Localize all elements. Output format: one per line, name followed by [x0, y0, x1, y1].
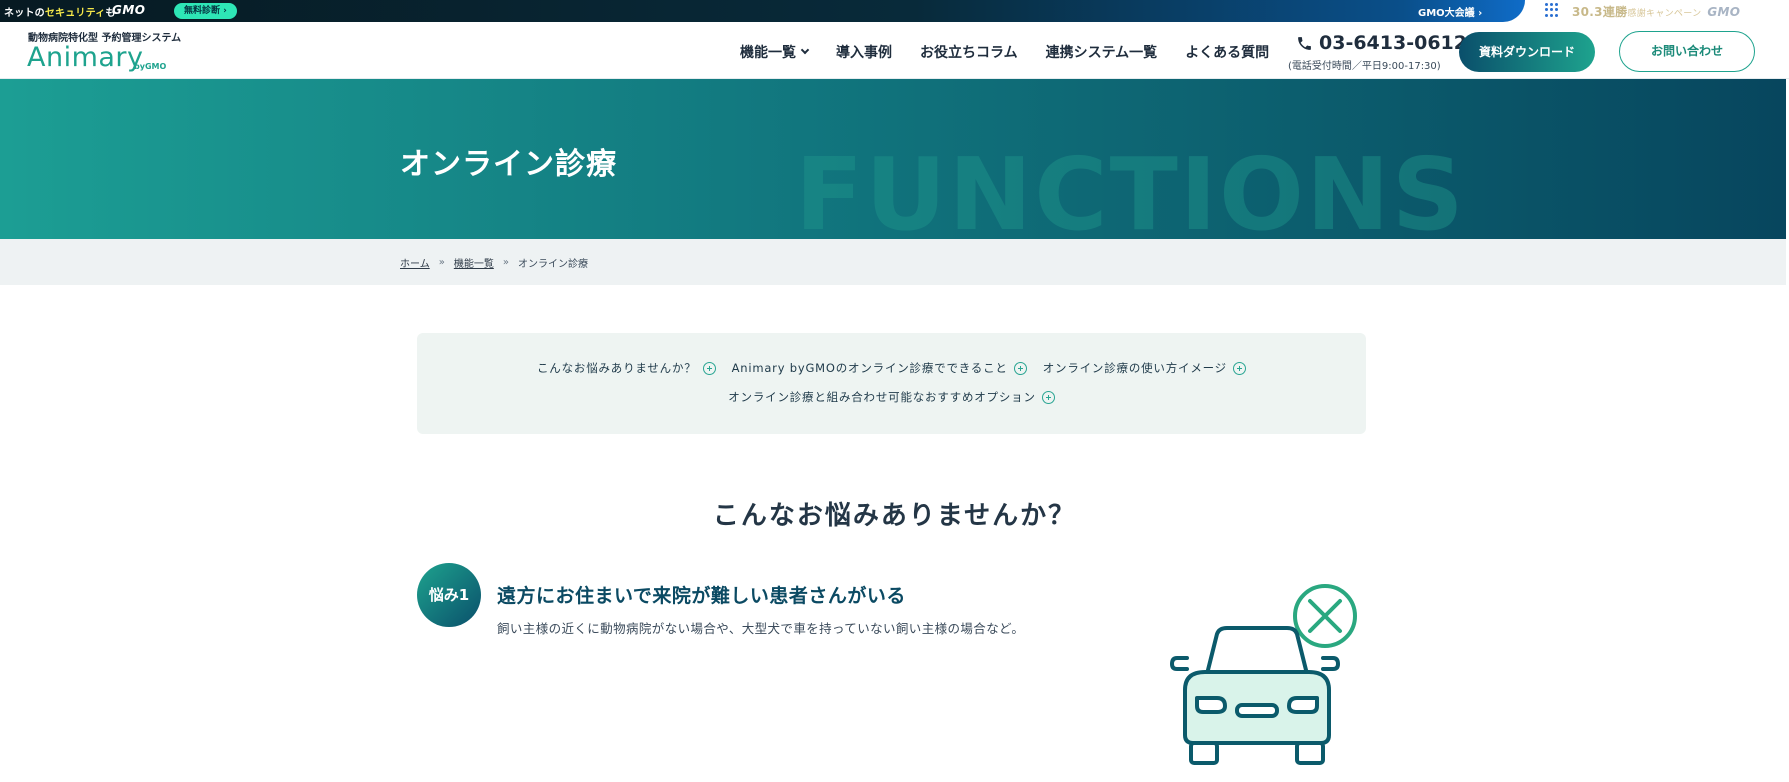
hero-bg-text: FUNCTIONS — [795, 136, 1466, 240]
logo-by-gmo: byGMO — [134, 62, 167, 71]
plus-circle-icon — [1233, 361, 1246, 375]
breadcrumb-features[interactable]: 機能一覧 — [454, 255, 494, 270]
toc-link-usage[interactable]: オンライン診療の使い方イメージ — [1043, 360, 1246, 376]
plus-circle-icon — [702, 361, 716, 375]
chevron-down-icon — [800, 45, 810, 55]
breadcrumb: ホーム » 機能一覧 » オンライン診療 — [0, 239, 1786, 285]
car-cross-illustration — [1170, 584, 1357, 765]
site-header: 動物病院特化型 予約管理システム Animary byGMO 機能一覧 導入事例… — [0, 22, 1789, 79]
car-icon — [1170, 626, 1340, 765]
phone-icon — [1298, 36, 1311, 50]
toc-link-worries[interactable]: こんなお悩みありませんか？ — [537, 360, 716, 376]
promo-conference-link[interactable]: GMO大会議 › — [1418, 4, 1482, 19]
promo-tagline: ネットのセキュリティも — [4, 8, 116, 19]
toc-link-capabilities[interactable]: Animary byGMOのオンライン診療でできること — [732, 360, 1027, 376]
worry-title: 遠方にお住まいで来院が難しい患者さんがいる — [497, 585, 906, 607]
phone-contact[interactable]: 03-6413-0612 — [1296, 32, 1467, 54]
contact-button[interactable]: お問い合わせ — [1619, 31, 1755, 72]
logo-animary[interactable]: Animary — [27, 42, 144, 73]
nav-item-cases[interactable]: 導入事例 — [836, 42, 892, 62]
nav-item-integrations[interactable]: 連携システム一覧 — [1046, 42, 1158, 62]
plus-circle-icon — [1041, 390, 1055, 404]
breadcrumb-separator: » — [502, 257, 509, 268]
table-of-contents: こんなお悩みありませんか？ Animary byGMOのオンライン診療でできるこ… — [417, 333, 1366, 434]
breadcrumb-separator: » — [438, 257, 445, 268]
nav-item-columns[interactable]: お役立ちコラム — [920, 42, 1018, 62]
worry-description: 飼い主様の近くに動物病院がない場合や、大型犬で車を持っていない飼い主様の場合など… — [497, 621, 1025, 636]
breadcrumb-current: オンライン診療 — [517, 259, 588, 270]
download-button[interactable]: 資料ダウンロード — [1459, 32, 1595, 72]
toc-link-options[interactable]: オンライン診療と組み合わせ可能なおすすめオプション — [728, 389, 1055, 405]
page-title: オンライン診療 — [400, 147, 617, 182]
section-title: こんなお悩みありませんか？ — [712, 501, 1077, 531]
promo-free-check-button[interactable]: 無料診断 › — [174, 3, 237, 19]
apps-grid-icon[interactable] — [1545, 3, 1559, 17]
nav-item-faq[interactable]: よくある質問 — [1185, 42, 1269, 62]
plus-circle-icon — [1013, 361, 1027, 375]
worry-badge: 悩み1 — [417, 563, 481, 627]
main-nav: 機能一覧 導入事例 お役立ちコラム 連携システム一覧 よくある質問 — [740, 42, 1269, 62]
phone-hours: (電話受付時間／平日9:00-17:30) — [1288, 61, 1441, 72]
promo-banner[interactable]: ネットのセキュリティも GMO 無料診断 › GMO大会議 › — [0, 0, 1525, 22]
campaign-banner[interactable]: 30.3連勝感謝キャンペーン GMO — [1572, 3, 1740, 20]
promo-gmo-logo: GMO — [112, 3, 146, 17]
breadcrumb-home[interactable]: ホーム — [400, 255, 430, 270]
hero-banner: FUNCTIONS オンライン診療 — [0, 79, 1786, 239]
nav-item-features[interactable]: 機能一覧 — [740, 42, 810, 62]
promo-bar: ネットのセキュリティも GMO 無料診断 › GMO大会議 › 30.3連勝感謝… — [0, 0, 1789, 22]
phone-number: 03-6413-0612 — [1319, 32, 1467, 54]
